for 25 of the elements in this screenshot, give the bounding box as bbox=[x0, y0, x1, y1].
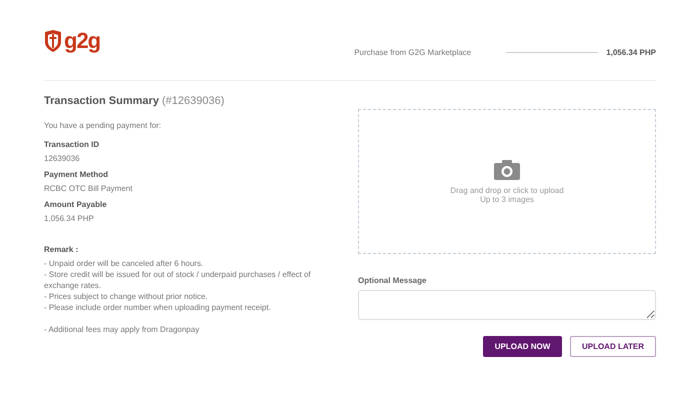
summary-title: Transaction Summary (#12639036) bbox=[44, 95, 226, 107]
field-label: Transaction ID bbox=[44, 140, 100, 149]
message-field[interactable] bbox=[358, 290, 656, 320]
dropzone-limit: Up to 3 images bbox=[479, 194, 535, 204]
pending-intro: You have a pending payment for: bbox=[44, 121, 162, 130]
camera-icon bbox=[494, 160, 520, 180]
fee-note: - Additional fees may apply from Dragonpay bbox=[44, 324, 200, 335]
shield-logo-icon bbox=[44, 30, 62, 52]
field-value: 1,056.34 PHP bbox=[44, 214, 95, 223]
message-label: Optional Message bbox=[358, 276, 428, 285]
purchase-amount: 1,056.34 PHP bbox=[606, 48, 656, 57]
dropzone-hint: Drag and drop or click to upload bbox=[450, 186, 564, 194]
upload-now-button[interactable]: UPLOAD NOW bbox=[483, 336, 562, 357]
remark-heading: Remark : bbox=[44, 245, 80, 254]
field-label: Amount Payable bbox=[44, 200, 108, 209]
logo-wordmark: g2g bbox=[64, 30, 100, 52]
remark-line: - Please include order number when uploading payment receipt. bbox=[44, 302, 272, 313]
field-value: 12639036 bbox=[44, 154, 81, 163]
upload-later-button[interactable]: UPLOAD LATER bbox=[570, 336, 656, 357]
field-value: RCBC OTC Bill Payment bbox=[44, 184, 134, 193]
purchase-label: Purchase from G2G Marketplace bbox=[354, 48, 472, 57]
field-label: Payment Method bbox=[44, 170, 110, 179]
remark-line: - Store credit will be issued for out of stock / underpaid purchases / effect of exchange rates. bbox=[44, 269, 312, 291]
remark-line: - Prices subject to change without prior notice. bbox=[44, 291, 209, 302]
remark-line: - Unpaid order will be canceled after 6 hours. bbox=[44, 258, 204, 269]
